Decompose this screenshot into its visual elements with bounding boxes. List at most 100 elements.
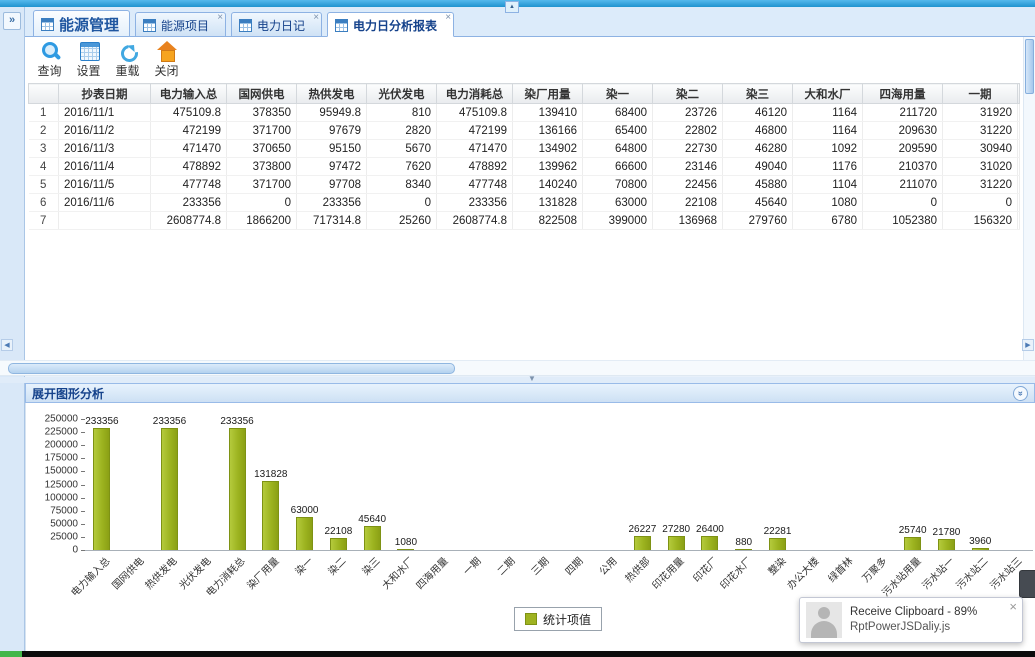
cell[interactable]: 209630 (863, 122, 943, 140)
cell[interactable]: 2016/11/4 (59, 158, 151, 176)
row-number-cell[interactable]: 5 (29, 176, 59, 194)
scroll-right-arrow-icon[interactable]: ▶ (1022, 339, 1034, 351)
table-row[interactable]: 42016/11/4478892373800974727620478892139… (29, 158, 1020, 176)
cell[interactable]: 371700 (227, 176, 297, 194)
tab-close-icon[interactable]: × (313, 13, 319, 23)
cell[interactable]: 23726 (653, 104, 723, 122)
table-row[interactable]: 22016/11/2472199371700976792820472199136… (29, 122, 1020, 140)
cell[interactable]: 156320 (943, 212, 1018, 230)
column-header[interactable]: 染三 (723, 84, 793, 104)
cell[interactable]: 1052380 (863, 212, 943, 230)
cell[interactable]: 136968 (653, 212, 723, 230)
cell[interactable]: 472199 (437, 122, 513, 140)
cell[interactable]: 2016/11/5 (59, 176, 151, 194)
cell[interactable]: 136166 (513, 122, 583, 140)
column-header[interactable]: 电力输入总 (151, 84, 227, 104)
notification-close-icon[interactable]: × (1009, 599, 1017, 614)
row-number-cell[interactable]: 6 (29, 194, 59, 212)
cell[interactable]: 2016/11/3 (59, 140, 151, 158)
splitter-collapse-arrow-icon[interactable]: ▼ (528, 375, 536, 383)
cell[interactable]: 6780 (793, 212, 863, 230)
cell[interactable]: 378350 (227, 104, 297, 122)
cell[interactable]: 139962 (513, 158, 583, 176)
row-number-cell[interactable]: 3 (29, 140, 59, 158)
column-header[interactable]: 染一 (583, 84, 653, 104)
expand-panel-button[interactable]: » (3, 12, 21, 30)
cell[interactable]: 95150 (297, 140, 367, 158)
cell[interactable]: 68400 (583, 104, 653, 122)
cell[interactable]: 66600 (583, 158, 653, 176)
table-row[interactable]: 52016/11/5477748371700977088340477748140… (29, 176, 1020, 194)
vertical-scrollbar[interactable] (1023, 37, 1035, 361)
cell[interactable]: 45640 (723, 194, 793, 212)
cell[interactable]: 97679 (297, 122, 367, 140)
scroll-up-mini-button[interactable]: ▲ (505, 1, 519, 13)
cell[interactable]: 131828 (513, 194, 583, 212)
cell[interactable]: 1176 (793, 158, 863, 176)
cell[interactable]: 65400 (583, 122, 653, 140)
cell[interactable]: 134902 (513, 140, 583, 158)
cell[interactable]: 2016/11/1 (59, 104, 151, 122)
cell[interactable]: 233356 (437, 194, 513, 212)
table-row[interactable]: 12016/11/1475109.837835095949.8810475109… (29, 104, 1020, 122)
cell[interactable]: 211720 (863, 104, 943, 122)
cell[interactable]: 373800 (227, 158, 297, 176)
column-header[interactable] (29, 84, 59, 104)
cell[interactable]: 0 (943, 194, 1018, 212)
row-number-cell[interactable]: 2 (29, 122, 59, 140)
cell[interactable]: 233356 (151, 194, 227, 212)
cell[interactable]: 471470 (437, 140, 513, 158)
tab-close-icon[interactable]: × (445, 13, 451, 23)
cell[interactable]: 23146 (653, 158, 723, 176)
cell[interactable]: 1092 (793, 140, 863, 158)
cell[interactable]: 1164 (793, 104, 863, 122)
cell[interactable]: 140240 (513, 176, 583, 194)
cell[interactable]: 370650 (227, 140, 297, 158)
cell[interactable]: 95949.8 (297, 104, 367, 122)
cell[interactable]: 70800 (583, 176, 653, 194)
cell[interactable]: 1866200 (227, 212, 297, 230)
cell[interactable]: 279760 (723, 212, 793, 230)
cell[interactable]: 63000 (583, 194, 653, 212)
column-header[interactable]: 电力消耗总 (437, 84, 513, 104)
cell[interactable]: 475109.8 (151, 104, 227, 122)
cell[interactable]: 471470 (151, 140, 227, 158)
cell[interactable]: 477748 (151, 176, 227, 194)
cell[interactable]: 31020 (943, 158, 1018, 176)
row-number-cell[interactable]: 4 (29, 158, 59, 176)
table-row[interactable]: 62016/11/6233356023335602333561318286300… (29, 194, 1020, 212)
horizontal-scrollbar-thumb[interactable] (8, 363, 455, 374)
cell[interactable]: 717314.8 (297, 212, 367, 230)
cell[interactable]: 49040 (723, 158, 793, 176)
cell[interactable]: 472199 (151, 122, 227, 140)
cell[interactable]: 478892 (437, 158, 513, 176)
cell[interactable]: 45880 (723, 176, 793, 194)
notification-edge-tab[interactable] (1019, 570, 1035, 598)
collapse-chevron-icon[interactable]: » (1013, 386, 1028, 401)
tab-能源项目[interactable]: 能源项目× (135, 12, 226, 37)
toolbar-button-重载[interactable]: 重载 (109, 37, 146, 83)
cell[interactable]: 2820 (367, 122, 437, 140)
cell[interactable]: 478892 (151, 158, 227, 176)
cell[interactable]: 211070 (863, 176, 943, 194)
start-button-sliver[interactable] (0, 651, 22, 657)
cell[interactable]: 31920 (943, 104, 1018, 122)
cell[interactable]: 209590 (863, 140, 943, 158)
cell[interactable]: 22730 (653, 140, 723, 158)
toolbar-button-关闭[interactable]: 关闭 (148, 37, 185, 83)
cell[interactable]: 30940 (943, 140, 1018, 158)
cell[interactable]: 0 (227, 194, 297, 212)
column-header[interactable]: 光伏发电 (367, 84, 437, 104)
row-number-cell[interactable]: 7 (29, 212, 59, 230)
cell[interactable]: 0 (367, 194, 437, 212)
column-header[interactable]: 一期 (943, 84, 1018, 104)
column-header[interactable]: 染二 (653, 84, 723, 104)
cell[interactable]: 0 (863, 194, 943, 212)
cell[interactable]: 2016/11/2 (59, 122, 151, 140)
cell[interactable]: 210370 (863, 158, 943, 176)
cell[interactable]: 64800 (583, 140, 653, 158)
scroll-left-arrow-icon[interactable]: ◀ (1, 339, 13, 351)
tab-能源管理[interactable]: 能源管理 (33, 10, 130, 37)
cell[interactable]: 25260 (367, 212, 437, 230)
cell[interactable]: 31220 (943, 176, 1018, 194)
